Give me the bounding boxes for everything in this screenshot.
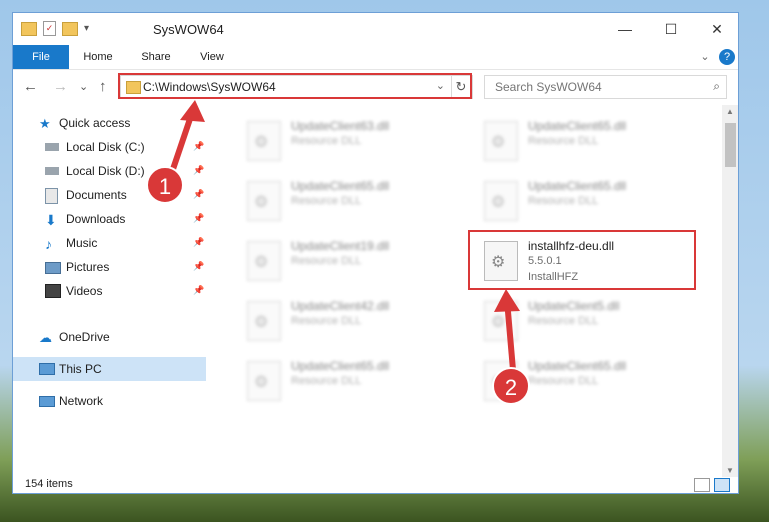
step-1-badge: 1 (146, 166, 184, 204)
annotation-arrows (167, 100, 520, 371)
arrow-1-head (180, 100, 205, 122)
arrow-2-head (494, 289, 520, 312)
step-2-badge: 2 (492, 367, 530, 405)
